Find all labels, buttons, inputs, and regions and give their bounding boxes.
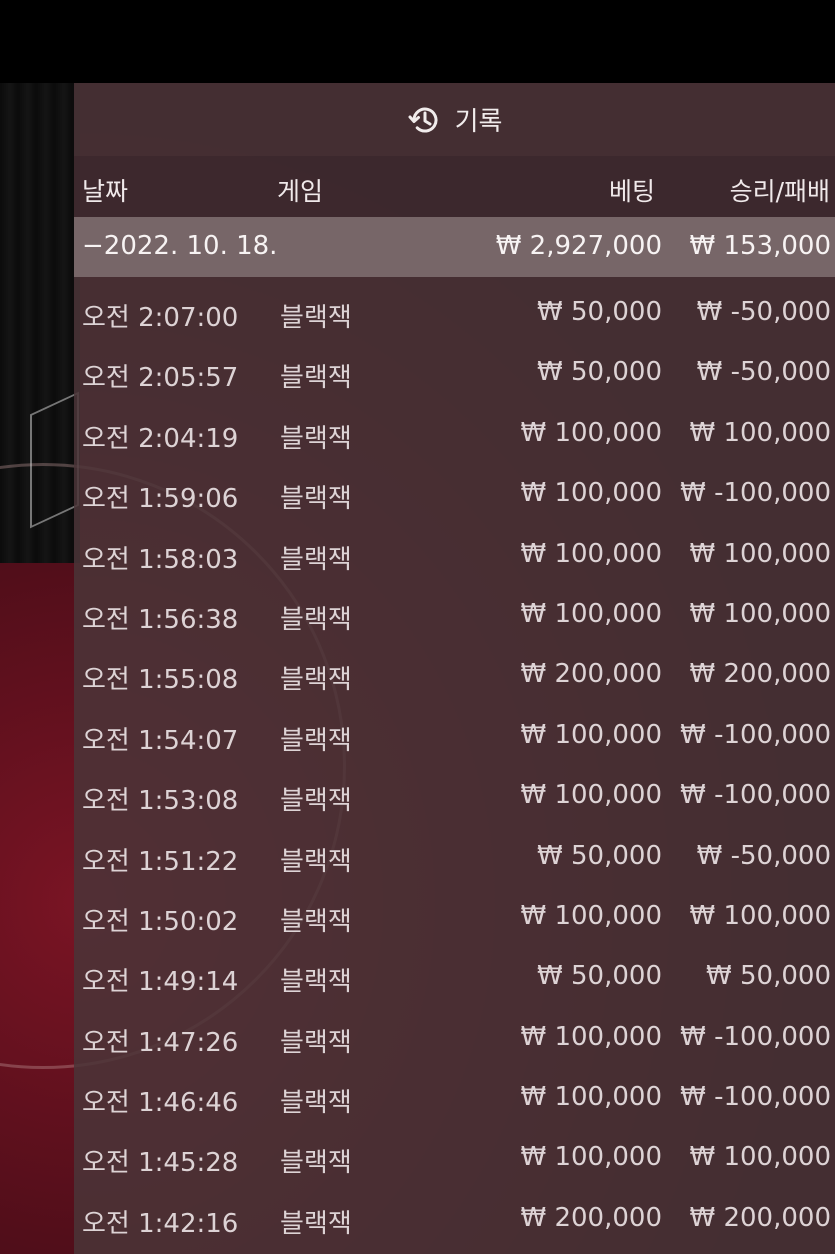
- row-time: 오전 1:46:46: [82, 1088, 239, 1119]
- row-bet: ₩ 100,000: [520, 1142, 663, 1173]
- row-winloss: ₩ 100,000: [689, 1142, 832, 1173]
- date-group-row[interactable]: −2022. 10. 18. ₩ 2,927,000 ₩ 153,000: [74, 217, 835, 277]
- row-bet: ₩ 100,000: [520, 417, 663, 448]
- row-time: 오전 2:05:57: [82, 363, 239, 394]
- row-winloss: ₩ -100,000: [680, 478, 831, 509]
- row-game: 블랙잭: [280, 303, 352, 333]
- row-game: 블랙잭: [280, 786, 352, 817]
- history-panel: 기록 날짜 게임 베팅 승리/패배 −2022. 10. 18. ₩ 2,927…: [74, 83, 835, 1254]
- row-game: 블랙잭: [280, 967, 352, 998]
- table-row[interactable]: 오전 1:49:14 블랙잭 ₩ 50,000 ₩ 50,000: [74, 947, 835, 1007]
- row-game: 블랙잭: [280, 665, 352, 696]
- row-bet: ₩ 100,000: [520, 538, 663, 569]
- row-game: 블랙잭: [280, 544, 352, 575]
- row-game: 블랙잭: [280, 1148, 352, 1179]
- row-time: 오전 1:51:22: [82, 846, 239, 877]
- row-winloss: ₩ 200,000: [689, 1202, 832, 1233]
- row-winloss: ₩ -100,000: [680, 719, 831, 750]
- row-bet: ₩ 50,000: [537, 297, 662, 327]
- panel-header: 기록: [74, 83, 835, 156]
- column-header-row: 날짜 게임 베팅 승리/패배: [74, 156, 835, 217]
- row-game: 블랙잭: [280, 1208, 352, 1239]
- date-total-bet: ₩ 2,927,000: [495, 231, 662, 261]
- table-row[interactable]: 오전 1:45:28 블랙잭 ₩ 100,000 ₩ 100,000: [74, 1128, 835, 1188]
- row-winloss: ₩ -50,000: [696, 840, 831, 871]
- row-bet: ₩ 100,000: [520, 1021, 663, 1052]
- row-winloss: ₩ 100,000: [689, 538, 832, 569]
- table-row[interactable]: 오전 1:58:03 블랙잭 ₩ 100,000 ₩ 100,000: [74, 525, 835, 585]
- row-winloss: ₩ -100,000: [680, 780, 831, 811]
- table-row[interactable]: 오전 1:56:38 블랙잭 ₩ 100,000 ₩ 100,000: [74, 585, 835, 645]
- table-row[interactable]: 오전 1:46:46 블랙잭 ₩ 100,000 ₩ -100,000: [74, 1068, 835, 1128]
- row-winloss: ₩ -50,000: [696, 297, 831, 327]
- table-row[interactable]: 오전 1:54:07 블랙잭 ₩ 100,000 ₩ -100,000: [74, 706, 835, 766]
- date-total-winloss: ₩ 153,000: [689, 231, 832, 261]
- table-row[interactable]: 오전 1:47:26 블랙잭 ₩ 100,000 ₩ -100,000: [74, 1008, 835, 1068]
- history-list: 오전 2:07:00 블랙잭 ₩ 50,000 ₩ -50,000 오전 2:05:57…: [74, 283, 835, 1249]
- row-bet: ₩ 50,000: [537, 840, 662, 871]
- column-header-game: 게임: [277, 177, 324, 206]
- column-header-bet: 베팅: [608, 177, 655, 206]
- row-time: 오전 1:58:03: [82, 544, 239, 575]
- row-bet: ₩ 100,000: [520, 900, 663, 931]
- row-bet: ₩ 50,000: [537, 357, 662, 388]
- row-time: 오전 1:56:38: [82, 604, 239, 635]
- row-time: 오전 2:07:00: [82, 303, 239, 333]
- card-shoe-decoration: [30, 391, 79, 529]
- row-game: 블랙잭: [280, 484, 352, 515]
- row-bet: ₩ 100,000: [520, 1082, 663, 1113]
- row-time: 오전 1:49:14: [82, 967, 239, 998]
- row-winloss: ₩ 50,000: [706, 961, 831, 992]
- row-game: 블랙잭: [280, 906, 352, 937]
- row-bet: ₩ 200,000: [520, 1202, 663, 1233]
- panel-title: 기록: [454, 107, 503, 137]
- history-icon: [407, 103, 441, 137]
- row-winloss: ₩ 100,000: [689, 900, 832, 931]
- table-row[interactable]: 오전 2:05:57 블랙잭 ₩ 50,000 ₩ -50,000: [74, 343, 835, 403]
- row-bet: ₩ 200,000: [520, 659, 663, 690]
- column-header-date: 날짜: [82, 177, 129, 206]
- row-winloss: ₩ 100,000: [689, 598, 832, 629]
- table-row[interactable]: 오전 1:51:22 블랙잭 ₩ 50,000 ₩ -50,000: [74, 827, 835, 887]
- row-time: 오전 1:45:28: [82, 1148, 239, 1179]
- row-game: 블랙잭: [280, 604, 352, 635]
- row-winloss: ₩ -100,000: [680, 1021, 831, 1052]
- table-row[interactable]: 오전 1:59:06 블랙잭 ₩ 100,000 ₩ -100,000: [74, 464, 835, 524]
- row-time: 오전 1:53:08: [82, 786, 239, 817]
- row-time: 오전 1:55:08: [82, 665, 239, 696]
- row-bet: ₩ 100,000: [520, 780, 663, 811]
- row-time: 오전 1:42:16: [82, 1208, 239, 1239]
- row-time: 오전 1:54:07: [82, 725, 239, 756]
- table-row[interactable]: 오전 1:42:16 블랙잭 ₩ 200,000 ₩ 200,000: [74, 1189, 835, 1249]
- table-row[interactable]: 오전 1:53:08 블랙잭 ₩ 100,000 ₩ -100,000: [74, 766, 835, 826]
- row-time: 오전 1:47:26: [82, 1027, 239, 1058]
- row-game: 블랙잭: [280, 1088, 352, 1119]
- row-winloss: ₩ -100,000: [680, 1082, 831, 1113]
- row-game: 블랙잭: [280, 846, 352, 877]
- row-winloss: ₩ -50,000: [696, 357, 831, 388]
- table-row[interactable]: 오전 1:55:08 블랙잭 ₩ 200,000 ₩ 200,000: [74, 645, 835, 705]
- row-bet: ₩ 50,000: [537, 961, 662, 992]
- row-game: 블랙잭: [280, 363, 352, 394]
- row-bet: ₩ 100,000: [520, 478, 663, 509]
- column-header-winloss: 승리/패배: [729, 177, 830, 206]
- row-bet: ₩ 100,000: [520, 719, 663, 750]
- table-row[interactable]: 오전 1:50:02 블랙잭 ₩ 100,000 ₩ 100,000: [74, 887, 835, 947]
- row-game: 블랙잭: [280, 725, 352, 756]
- row-bet: ₩ 100,000: [520, 598, 663, 629]
- row-winloss: ₩ 100,000: [689, 417, 832, 448]
- row-game: 블랙잭: [280, 1027, 352, 1058]
- table-row[interactable]: 오전 2:07:00 블랙잭 ₩ 50,000 ₩ -50,000: [74, 283, 835, 343]
- row-time: 오전 2:04:19: [82, 423, 239, 454]
- row-winloss: ₩ 200,000: [689, 659, 832, 690]
- row-game: 블랙잭: [280, 423, 352, 454]
- row-time: 오전 1:59:06: [82, 484, 239, 515]
- date-group-label: −2022. 10. 18.: [82, 231, 278, 261]
- row-time: 오전 1:50:02: [82, 906, 239, 937]
- table-row[interactable]: 오전 2:04:19 블랙잭 ₩ 100,000 ₩ 100,000: [74, 404, 835, 464]
- status-bar: [0, 0, 835, 83]
